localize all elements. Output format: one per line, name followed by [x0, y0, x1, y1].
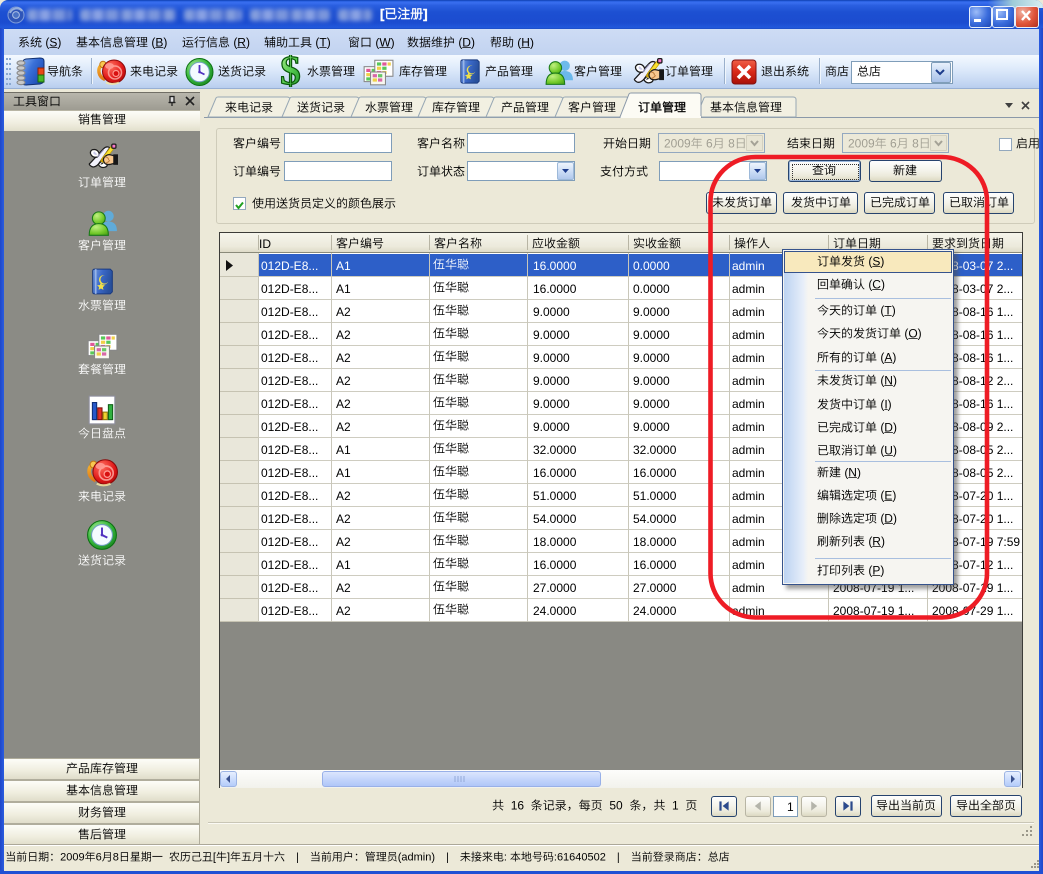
- svg-text::61640502: :61640502: [554, 852, 606, 864]
- svg-text:|: |: [617, 852, 620, 864]
- svg-text:8: 8: [113, 852, 119, 864]
- svg-text:|: |: [296, 852, 299, 864]
- svg-text:1: 1: [672, 798, 679, 812]
- svg-text:2009: 2009: [60, 852, 84, 864]
- svg-text:]: ]: [227, 852, 230, 864]
- svg-text:$: $: [280, 55, 301, 87]
- svg-text:6: 6: [96, 852, 102, 864]
- svg-text:[: [: [213, 852, 216, 864]
- svg-text:50: 50: [609, 798, 623, 812]
- svg-text:16: 16: [510, 798, 524, 812]
- svg-text:2009: 2009: [664, 136, 691, 150]
- svg-text:]: ]: [423, 6, 427, 21]
- svg-text:[: [: [380, 6, 385, 21]
- svg-text:|: |: [446, 852, 449, 864]
- svg-text:(admin): (admin): [398, 852, 435, 864]
- svg-text::: :: [504, 852, 507, 864]
